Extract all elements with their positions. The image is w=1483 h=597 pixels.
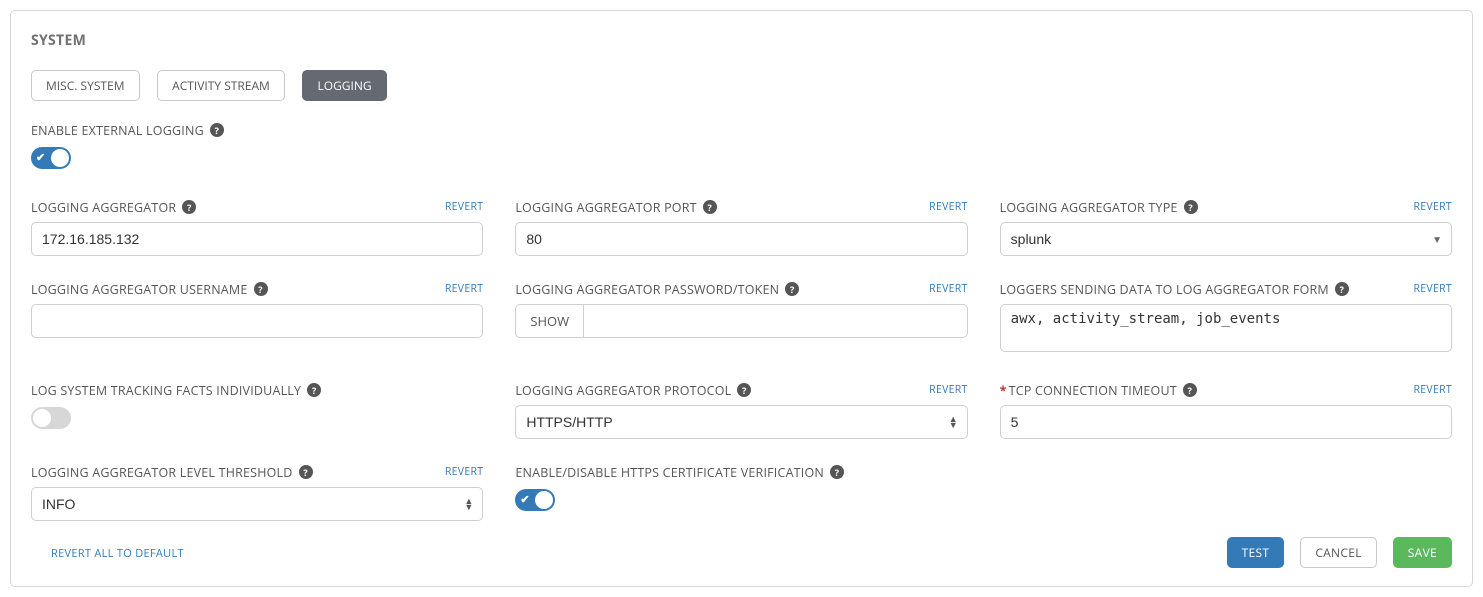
tab-misc-system[interactable]: MISC. SYSTEM [31, 70, 140, 101]
select-level-threshold[interactable] [31, 487, 483, 521]
field-tcp-timeout: *TCP CONNECTION TIMEOUT ? REVERT [1000, 381, 1452, 439]
label-logging-aggregator-port: LOGGING AGGREGATOR PORT ? [515, 199, 716, 216]
field-level-threshold: LOGGING AGGREGATOR LEVEL THRESHOLD ? REV… [31, 463, 483, 521]
label-tcp-timeout: *TCP CONNECTION TIMEOUT ? [1000, 382, 1197, 399]
test-button[interactable]: TEST [1227, 537, 1285, 568]
revert-level-threshold[interactable]: REVERT [445, 465, 483, 479]
label-text: LOGGING AGGREGATOR [31, 199, 176, 216]
check-icon: ✔ [520, 492, 529, 507]
label-text: LOGGING AGGREGATOR TYPE [1000, 199, 1178, 216]
field-logging-aggregator-port: LOGGING AGGREGATOR PORT ? REVERT [515, 198, 967, 256]
label-text: LOGGING AGGREGATOR USERNAME [31, 281, 248, 298]
label-logging-aggregator-protocol: LOGGING AGGREGATOR PROTOCOL ? [515, 382, 751, 399]
input-tcp-timeout[interactable] [1000, 405, 1452, 439]
toggle-enable-external-logging[interactable]: ✔ [31, 147, 71, 169]
revert-tcp-timeout[interactable]: REVERT [1414, 383, 1452, 397]
toggle-https-verify[interactable]: ✔ [515, 489, 555, 511]
field-logging-aggregator-type: LOGGING AGGREGATOR TYPE ? REVERT ▼ [1000, 198, 1452, 256]
label-text: LOGGING AGGREGATOR LEVEL THRESHOLD [31, 464, 293, 481]
revert-loggers-form[interactable]: REVERT [1414, 282, 1452, 296]
revert-logging-aggregator[interactable]: REVERT [445, 200, 483, 214]
row-2: LOGGING AGGREGATOR USERNAME ? REVERT LOG… [31, 280, 1452, 381]
tabs: MISC. SYSTEM ACTIVITY STREAM LOGGING [31, 70, 1452, 101]
help-icon[interactable]: ? [1183, 383, 1197, 397]
toggle-knob [33, 409, 51, 427]
label-text: ENABLE/DISABLE HTTPS CERTIFICATE VERIFIC… [515, 464, 824, 481]
tab-activity-stream[interactable]: ACTIVITY STREAM [157, 70, 285, 101]
save-button[interactable]: SAVE [1393, 537, 1452, 568]
revert-logging-aggregator-password[interactable]: REVERT [929, 282, 967, 296]
help-icon[interactable]: ? [182, 200, 196, 214]
input-logging-aggregator-port[interactable] [515, 222, 967, 256]
revert-logging-aggregator-type[interactable]: REVERT [1414, 200, 1452, 214]
input-loggers-form[interactable] [1000, 304, 1452, 352]
help-icon[interactable]: ? [830, 465, 844, 479]
label-text: LOG SYSTEM TRACKING FACTS INDIVIDUALLY [31, 382, 301, 399]
label-https-verify: ENABLE/DISABLE HTTPS CERTIFICATE VERIFIC… [515, 464, 844, 481]
select-logging-aggregator-type[interactable] [1000, 222, 1452, 256]
label-loggers-form: LOGGERS SENDING DATA TO LOG AGGREGATOR F… [1000, 281, 1349, 298]
row-3: LOG SYSTEM TRACKING FACTS INDIVIDUALLY ?… [31, 381, 1452, 463]
label-logging-aggregator-username: LOGGING AGGREGATOR USERNAME ? [31, 281, 268, 298]
label-logging-aggregator-type: LOGGING AGGREGATOR TYPE ? [1000, 199, 1198, 216]
system-settings-panel: SYSTEM MISC. SYSTEM ACTIVITY STREAM LOGG… [10, 10, 1473, 587]
toggle-track-facts[interactable]: ✔ [31, 407, 71, 429]
label-logging-aggregator: LOGGING AGGREGATOR ? [31, 199, 196, 216]
field-https-verify: ENABLE/DISABLE HTTPS CERTIFICATE VERIFIC… [515, 463, 967, 521]
required-asterisk: * [1000, 382, 1007, 399]
field-logging-aggregator-password: LOGGING AGGREGATOR PASSWORD/TOKEN ? REVE… [515, 280, 967, 357]
field-loggers-form: LOGGERS SENDING DATA TO LOG AGGREGATOR F… [1000, 280, 1452, 357]
panel-title: SYSTEM [31, 31, 1452, 50]
tab-logging[interactable]: LOGGING [302, 70, 386, 101]
label-logging-aggregator-password: LOGGING AGGREGATOR PASSWORD/TOKEN ? [515, 281, 799, 298]
label-enable-external-logging: ENABLE EXTERNAL LOGGING ? [31, 122, 224, 139]
cancel-button[interactable]: CANCEL [1300, 537, 1376, 568]
help-icon[interactable]: ? [737, 383, 751, 397]
help-icon[interactable]: ? [254, 282, 268, 296]
label-text: TCP CONNECTION TIMEOUT [1009, 382, 1177, 399]
check-icon: ✔ [36, 150, 45, 165]
help-icon[interactable]: ? [785, 282, 799, 296]
input-logging-aggregator-password[interactable] [583, 304, 967, 338]
input-logging-aggregator-username[interactable] [31, 304, 483, 338]
label-text: LOGGING AGGREGATOR PASSWORD/TOKEN [515, 281, 779, 298]
help-icon[interactable]: ? [1335, 282, 1349, 296]
label-text: LOGGING AGGREGATOR PORT [515, 199, 696, 216]
toggle-knob [51, 149, 69, 167]
help-icon[interactable]: ? [703, 200, 717, 214]
row-4: LOGGING AGGREGATOR LEVEL THRESHOLD ? REV… [31, 463, 1452, 545]
revert-logging-aggregator-username[interactable]: REVERT [445, 282, 483, 296]
help-icon[interactable]: ? [307, 383, 321, 397]
label-track-facts: LOG SYSTEM TRACKING FACTS INDIVIDUALLY ? [31, 382, 321, 399]
footer: REVERT ALL TO DEFAULT TEST CANCEL SAVE [31, 537, 1452, 568]
label-text: ENABLE EXTERNAL LOGGING [31, 122, 204, 139]
field-logging-aggregator-username: LOGGING AGGREGATOR USERNAME ? REVERT [31, 280, 483, 357]
help-icon[interactable]: ? [210, 123, 224, 137]
label-text: LOGGERS SENDING DATA TO LOG AGGREGATOR F… [1000, 281, 1329, 298]
field-logging-aggregator: LOGGING AGGREGATOR ? REVERT [31, 198, 483, 256]
revert-all-to-default[interactable]: REVERT ALL TO DEFAULT [51, 546, 184, 561]
toggle-knob [535, 491, 553, 509]
label-text: LOGGING AGGREGATOR PROTOCOL [515, 382, 731, 399]
label-level-threshold: LOGGING AGGREGATOR LEVEL THRESHOLD ? [31, 464, 313, 481]
show-password-button[interactable]: SHOW [515, 304, 583, 338]
revert-logging-aggregator-protocol[interactable]: REVERT [929, 383, 967, 397]
row-1: LOGGING AGGREGATOR ? REVERT LOGGING AGGR… [31, 198, 1452, 280]
select-logging-aggregator-protocol[interactable] [515, 405, 967, 439]
help-icon[interactable]: ? [299, 465, 313, 479]
help-icon[interactable]: ? [1184, 200, 1198, 214]
field-logging-aggregator-protocol: LOGGING AGGREGATOR PROTOCOL ? REVERT ▲▼ [515, 381, 967, 439]
revert-logging-aggregator-port[interactable]: REVERT [929, 200, 967, 214]
input-logging-aggregator[interactable] [31, 222, 483, 256]
field-enable-external-logging: ENABLE EXTERNAL LOGGING ? ✔ [31, 121, 1452, 174]
field-track-facts: LOG SYSTEM TRACKING FACTS INDIVIDUALLY ?… [31, 381, 483, 439]
